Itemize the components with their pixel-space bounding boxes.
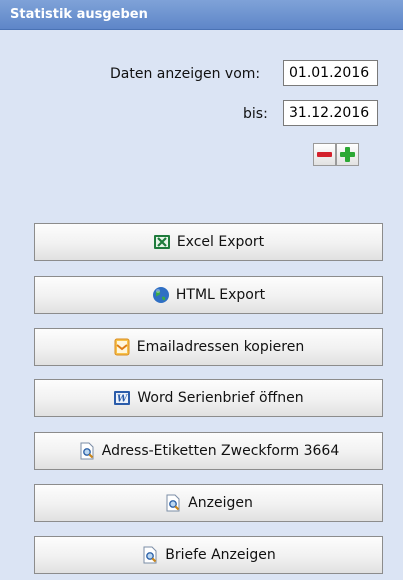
panel-title: Statistik ausgeben [0,0,403,30]
from-date-label: Daten anzeigen vom: [110,66,261,82]
preview-icon [164,494,182,512]
excel-icon [153,233,171,251]
html-export-button[interactable]: HTML Export [34,276,383,314]
minus-icon [317,152,332,157]
to-date-input[interactable] [283,100,378,126]
svg-text:W: W [117,395,128,405]
excel-export-label: Excel Export [176,234,265,250]
increment-button[interactable] [336,143,359,166]
word-serial-letter-button[interactable]: W Word Serienbrief öffnen [34,379,383,417]
html-export-label: HTML Export [175,287,266,303]
copy-emails-label: Emailadressen kopieren [136,339,305,355]
copy-emails-button[interactable]: Emailadressen kopieren [34,328,383,366]
globe-icon [152,286,170,304]
excel-export-button[interactable]: Excel Export [34,223,383,261]
preview-icon [78,442,96,460]
to-date-label: bis: [243,106,268,122]
address-labels-label: Adress-Etiketten Zweckform 3664 [101,443,340,459]
show-label: Anzeigen [188,495,253,511]
show-letters-button[interactable]: Briefe Anzeigen [34,536,383,574]
preview-icon [141,546,159,564]
from-date-input[interactable] [283,60,378,86]
decrement-button[interactable] [313,143,336,166]
show-button[interactable]: Anzeigen [34,484,383,522]
word-serial-letter-label: Word Serienbrief öffnen [137,390,304,406]
address-labels-button[interactable]: Adress-Etiketten Zweckform 3664 [34,432,383,470]
show-letters-label: Briefe Anzeigen [165,547,276,563]
word-icon: W [113,389,131,407]
email-icon [113,338,131,356]
statistics-panel: Statistik ausgeben Daten anzeigen vom: b… [0,0,403,580]
